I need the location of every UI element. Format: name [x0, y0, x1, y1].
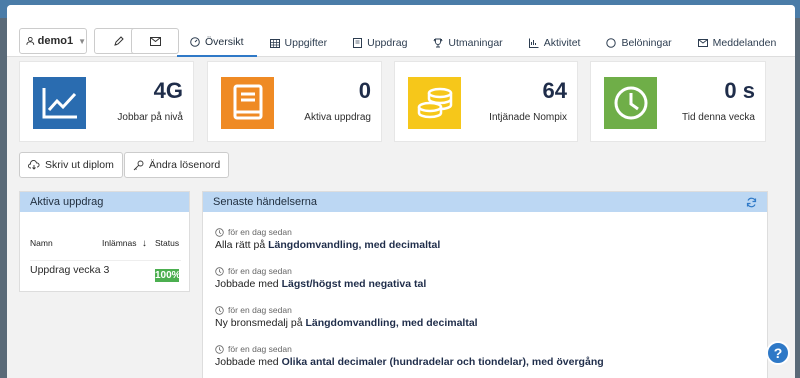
- topbar: demo1 ▼ Översikt Uppgifter Uppdrag Utman…: [7, 5, 795, 57]
- tab-label: Belöningar: [621, 37, 672, 49]
- tab-utmaningar[interactable]: Utmaningar: [420, 29, 515, 57]
- user-icon: [26, 36, 35, 45]
- tab-label: Uppgifter: [284, 37, 328, 49]
- event-list: för en dag sedan Alla rätt på Längdomvan…: [215, 226, 759, 378]
- book-icon: [353, 38, 363, 48]
- column-header-due[interactable]: Inlämnas ↓: [102, 238, 147, 249]
- clock-icon: [215, 305, 224, 315]
- message-button[interactable]: [131, 28, 179, 54]
- stat-value: 0: [358, 78, 371, 103]
- event-subject: Olika antal decimaler (hundradelar och t…: [281, 356, 604, 368]
- tab-uppdrag[interactable]: Uppdrag: [340, 29, 420, 57]
- tab-bar: Översikt Uppgifter Uppdrag Utmaningar Ak…: [177, 29, 789, 57]
- event-prefix: Alla rätt på: [215, 239, 269, 251]
- active-missions-panel: Aktiva uppdrag Namn Inlämnas ↓ Status Up…: [19, 191, 190, 292]
- mission-name: Uppdrag vecka 3: [30, 264, 110, 276]
- stat-value: 64: [542, 78, 567, 103]
- change-password-button[interactable]: Ändra lösenord: [124, 152, 230, 178]
- key-icon: [133, 160, 144, 170]
- column-header-name[interactable]: Namn: [30, 238, 53, 248]
- book-icon: [221, 77, 274, 129]
- tab-label: Meddelanden: [712, 37, 777, 49]
- stat-label: Aktiva uppdrag: [304, 112, 371, 123]
- clock-icon: [215, 344, 224, 354]
- cloud-download-icon: [28, 160, 40, 170]
- stat-value: 0 s: [724, 78, 755, 103]
- event-item: för en dag sedan Alla rätt på Längdomvan…: [215, 226, 759, 265]
- refresh-icon[interactable]: [746, 197, 757, 208]
- tab-label: Uppdrag: [367, 37, 408, 49]
- stat-card-missions: 0 Aktiva uppdrag: [207, 61, 382, 142]
- envelope-icon: [149, 36, 161, 46]
- event-subject: Längdomvandling, med decimaltal: [305, 317, 478, 329]
- button-label: Skriv ut diplom: [45, 159, 114, 171]
- tab-uppgifter[interactable]: Uppgifter: [257, 29, 341, 57]
- help-button[interactable]: ?: [766, 341, 790, 365]
- event-prefix: Jobbade med: [215, 356, 282, 368]
- recent-events-panel: Senaste händelserna för en dag sedan All…: [202, 191, 768, 378]
- print-diploma-button[interactable]: Skriv ut diplom: [19, 152, 123, 178]
- table-icon: [269, 38, 280, 48]
- line-chart-icon: [33, 77, 86, 129]
- panel-header: Senaste händelserna: [203, 192, 767, 212]
- tab-beloningar[interactable]: Belöningar: [593, 29, 684, 57]
- envelope-icon: [697, 39, 708, 47]
- event-time: för en dag sedan: [228, 344, 292, 354]
- event-prefix: Jobbade med: [215, 278, 282, 290]
- event-time: för en dag sedan: [228, 305, 292, 315]
- chart-icon: [528, 38, 539, 48]
- event-item: för en dag sedan Jobbade med Lägst/högst…: [215, 265, 759, 304]
- stat-value: 4G: [153, 78, 183, 103]
- user-menu-button[interactable]: demo1 ▼: [19, 28, 87, 54]
- username-label: demo1: [37, 35, 74, 47]
- event-time: för en dag sedan: [228, 227, 292, 237]
- event-item: för en dag sedan Ny bronsmedalj på Längd…: [215, 304, 759, 343]
- event-time: för en dag sedan: [228, 266, 292, 276]
- arrow-down-icon: ↓: [141, 238, 147, 249]
- event-item: för en dag sedan Jobbade med Olika antal…: [215, 343, 759, 378]
- clock-icon: [604, 77, 657, 129]
- column-header-status[interactable]: Status: [155, 238, 179, 248]
- stat-card-level: 4G Jobbar på nivå: [19, 61, 194, 142]
- clock-icon: [215, 266, 224, 276]
- coins-icon: [408, 77, 461, 129]
- column-header-label: Inlämnas: [102, 238, 137, 248]
- tab-label: Översikt: [205, 36, 244, 48]
- circle-icon: [606, 38, 617, 48]
- student-overview-modal: ✕ demo1 ▼ Översikt Uppgifter Uppdrag: [7, 5, 795, 378]
- tab-aktivitet[interactable]: Aktivitet: [516, 29, 594, 57]
- event-subject: Längdomvandling, med decimaltal: [268, 239, 441, 251]
- status-badge: 100%: [155, 269, 181, 282]
- panel-title: Senaste händelserna: [213, 196, 317, 208]
- tab-meddelanden[interactable]: Meddelanden: [685, 29, 790, 57]
- tab-oversikt[interactable]: Översikt: [177, 29, 257, 57]
- event-prefix: Ny bronsmedalj på: [215, 317, 306, 329]
- tab-label: Aktivitet: [543, 37, 581, 49]
- chevron-down-icon: ▼: [78, 36, 86, 46]
- stat-label: Jobbar på nivå: [117, 112, 183, 123]
- pencil-icon: [113, 35, 124, 46]
- stat-card-nompix: 64 Intjänade Nompix: [394, 61, 578, 142]
- gauge-icon: [190, 37, 200, 47]
- table-row[interactable]: Uppdrag vecka 3 100%: [30, 260, 181, 282]
- panel-title: Aktiva uppdrag: [20, 192, 189, 212]
- event-subject: Lägst/högst med negativa tal: [281, 278, 427, 290]
- tab-label: Utmaningar: [448, 37, 503, 49]
- button-label: Ändra lösenord: [149, 159, 221, 171]
- stat-card-time: 0 s Tid denna vecka: [590, 61, 766, 142]
- stat-label: Tid denna vecka: [681, 112, 755, 123]
- stat-label: Intjänade Nompix: [489, 112, 567, 123]
- clock-icon: [215, 227, 224, 237]
- trophy-icon: [433, 38, 443, 48]
